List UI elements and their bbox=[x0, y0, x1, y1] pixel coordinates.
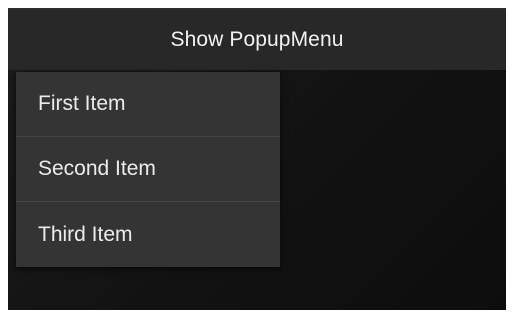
menu-item-second[interactable]: Second Item bbox=[16, 137, 280, 202]
menu-item-label: Third Item bbox=[38, 222, 133, 246]
menu-item-label: First Item bbox=[38, 92, 126, 115]
popup-menu: First Item Second Item Third Item bbox=[16, 72, 280, 267]
menu-item-first[interactable]: First Item bbox=[16, 72, 280, 137]
menu-item-label: Second Item bbox=[38, 157, 156, 180]
app-screen: Show PopupMenu First Item Second Item Th… bbox=[8, 8, 506, 310]
menu-item-third[interactable]: Third Item bbox=[16, 202, 280, 267]
show-popup-menu-label: Show PopupMenu bbox=[170, 28, 344, 51]
show-popup-menu-button[interactable]: Show PopupMenu bbox=[8, 8, 506, 70]
